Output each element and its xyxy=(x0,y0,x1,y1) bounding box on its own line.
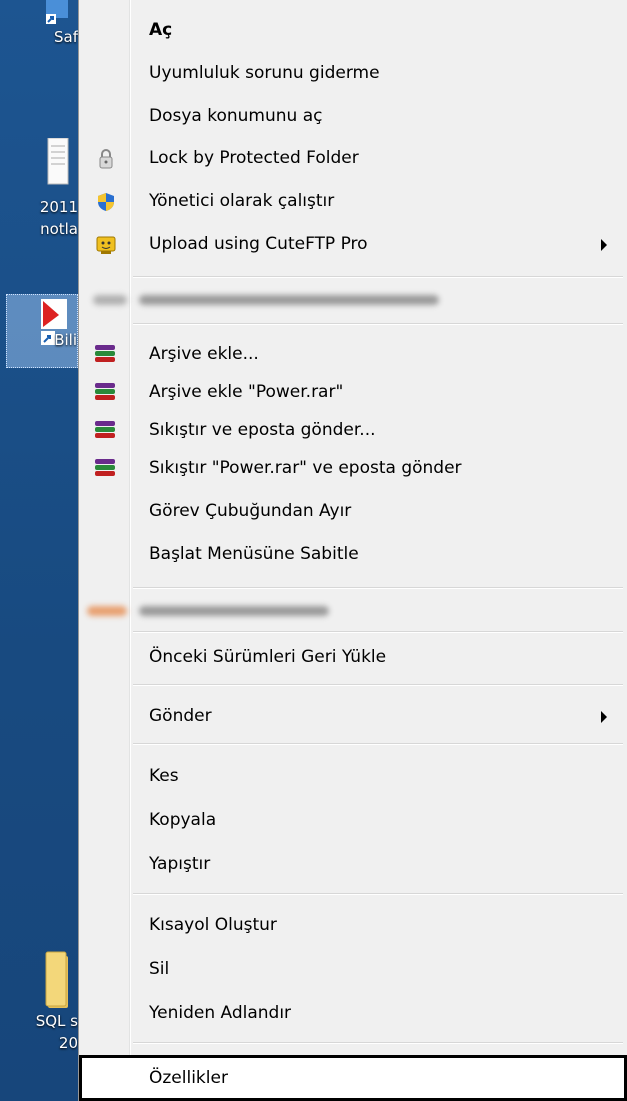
menu-item-cut[interactable]: Kes xyxy=(79,757,627,795)
menu-item-upload-cuteftp[interactable]: Upload using CuteFTP Pro xyxy=(79,225,627,263)
desktop-icon-saf[interactable]: Saf xyxy=(0,0,78,70)
lock-icon xyxy=(99,149,113,169)
menu-item-open[interactable]: Aç xyxy=(79,11,627,49)
menu-item-label: Başlat Menüsüne Sabitle xyxy=(149,544,359,564)
winrar-icon xyxy=(95,458,115,478)
winrar-icon xyxy=(95,344,115,364)
menu-item-label: Yönetici olarak çalıştır xyxy=(149,191,335,211)
blurred-label xyxy=(139,606,329,616)
desktop-icon-label: 2011 xyxy=(39,198,78,216)
menu-item-unpin-from-taskbar[interactable]: Görev Çubuğundan Ayır xyxy=(79,492,627,530)
menu-item-label: Dosya konumunu aç xyxy=(149,106,323,126)
blurred-label xyxy=(139,295,439,305)
document-icon xyxy=(47,138,69,185)
menu-item-label: Upload using CuteFTP Pro xyxy=(149,234,368,254)
blurred-icon xyxy=(93,295,127,305)
menu-item-obscured[interactable] xyxy=(79,592,627,630)
blurred-icon xyxy=(87,606,127,616)
menu-item-label: Aç xyxy=(149,20,173,40)
menu-item-add-to-power-rar[interactable]: Arşive ekle "Power.rar" xyxy=(79,373,627,411)
desktop-icon-label: 20 xyxy=(58,1034,78,1052)
menu-separator xyxy=(133,631,623,633)
context-menu: Aç Uyumluluk sorunu giderme Dosya konumu… xyxy=(78,0,627,1101)
winrar-icon xyxy=(95,382,115,402)
desktop-icon-label: notla xyxy=(40,220,78,238)
menu-item-obscured[interactable] xyxy=(79,281,627,319)
menu-item-label: Sıkıştır ve eposta gönder... xyxy=(149,420,376,440)
desktop-icon-label: SQL s xyxy=(35,1012,78,1030)
folder-icon xyxy=(45,951,68,1008)
menu-item-label: Yeniden Adlandır xyxy=(149,1003,292,1023)
menu-item-label: Sıkıştır "Power.rar" ve eposta gönder xyxy=(149,458,462,478)
cuteftp-icon xyxy=(96,236,116,254)
menu-item-label: Görev Çubuğundan Ayır xyxy=(149,501,352,521)
menu-item-compress-and-email[interactable]: Sıkıştır ve eposta gönder... xyxy=(79,411,627,449)
winrar-icon xyxy=(95,420,115,440)
menu-item-label: Yapıştır xyxy=(149,854,211,874)
menu-item-label: Önceki Sürümleri Geri Yükle xyxy=(149,647,387,667)
menu-item-label: Özellikler xyxy=(149,1068,228,1088)
desktop-icon-bili-selected[interactable]: Bili xyxy=(6,294,78,368)
menu-item-copy[interactable]: Kopyala xyxy=(79,801,627,839)
menu-item-paste[interactable]: Yapıştır xyxy=(79,845,627,883)
menu-item-troubleshoot-compatibility[interactable]: Uyumluluk sorunu giderme xyxy=(79,54,627,92)
menu-item-label: Kopyala xyxy=(149,810,217,830)
menu-separator xyxy=(133,587,623,589)
menu-item-open-file-location[interactable]: Dosya konumunu aç xyxy=(79,97,627,135)
menu-item-label: Sil xyxy=(149,959,170,979)
submenu-arrow-icon xyxy=(601,711,607,723)
menu-item-add-to-archive[interactable]: Arşive ekle... xyxy=(79,335,627,373)
menu-item-label: Gönder xyxy=(149,706,212,726)
menu-item-label: Arşive ekle... xyxy=(149,344,259,364)
menu-item-send-to[interactable]: Gönder xyxy=(79,697,627,735)
menu-item-label: Uyumluluk sorunu giderme xyxy=(149,63,380,83)
shortcut-icon xyxy=(46,0,68,24)
menu-separator xyxy=(133,684,623,686)
desktop-icon-label: Saf xyxy=(54,28,78,46)
menu-item-run-as-admin[interactable]: Yönetici olarak çalıştır xyxy=(79,182,627,220)
menu-item-pin-to-start-menu[interactable]: Başlat Menüsüne Sabitle xyxy=(79,535,627,573)
menu-item-lock-protected-folder[interactable]: Lock by Protected Folder xyxy=(79,139,627,177)
menu-separator xyxy=(133,893,623,895)
menu-separator xyxy=(133,323,623,325)
menu-item-rename[interactable]: Yeniden Adlandır xyxy=(79,994,627,1032)
menu-item-compress-power-rar-and-email[interactable]: Sıkıştır "Power.rar" ve eposta gönder xyxy=(79,449,627,487)
uac-shield-icon xyxy=(98,193,114,211)
menu-item-label: Arşive ekle "Power.rar" xyxy=(149,382,344,402)
menu-separator xyxy=(133,276,623,278)
menu-separator xyxy=(133,743,623,745)
menu-item-properties[interactable]: Özellikler xyxy=(79,1055,627,1101)
desktop-icon-sql[interactable]: SQL s 20 xyxy=(0,950,78,1080)
menu-item-restore-previous-versions[interactable]: Önceki Sürümleri Geri Yükle xyxy=(79,638,627,676)
desktop-icon-2011-notlar[interactable]: 2011 notla xyxy=(0,138,78,268)
submenu-arrow-icon xyxy=(601,239,607,251)
menu-item-label: Lock by Protected Folder xyxy=(149,148,359,168)
menu-item-delete[interactable]: Sil xyxy=(79,950,627,988)
menu-item-label: Kısayol Oluştur xyxy=(149,915,277,935)
menu-item-label: Kes xyxy=(149,766,179,786)
menu-separator xyxy=(133,1042,623,1044)
menu-item-create-shortcut[interactable]: Kısayol Oluştur xyxy=(79,906,627,944)
